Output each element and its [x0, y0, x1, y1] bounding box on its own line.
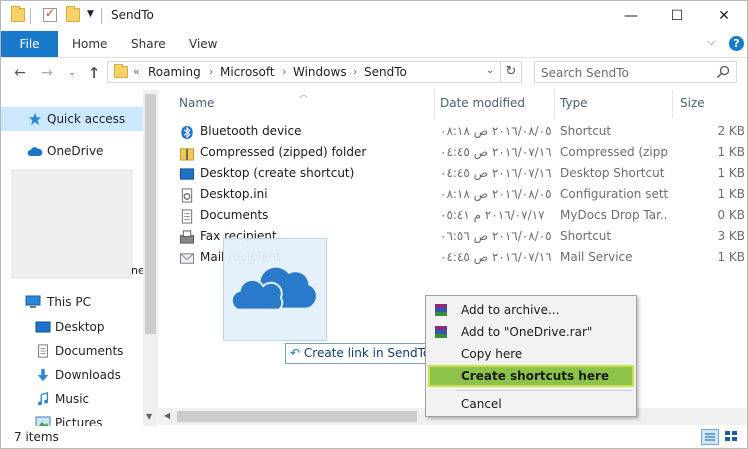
address-bar[interactable]: « Roaming › Microsoft › Windows › SendTo… — [107, 61, 522, 83]
nav-item-pictures[interactable]: Pictures — [1, 411, 143, 426]
nav-item-music[interactable]: Music — [1, 387, 143, 411]
menu-item-add-to-archive[interactable]: Add to archive... — [428, 299, 634, 321]
minimize-button[interactable]: — — [608, 1, 654, 31]
menu-separator — [456, 390, 632, 391]
table-row[interactable]: Desktop.ini ٢٠١٦/٠٨/٠٥ ص ٠٨:١٨ Configura… — [159, 185, 747, 206]
search-input[interactable] — [539, 63, 713, 83]
tab-file[interactable]: File — [1, 31, 58, 57]
nav-item-downloads[interactable]: Downloads — [1, 363, 143, 387]
breadcrumb-separator-icon[interactable]: › — [282, 65, 286, 78]
nav-scrollbar[interactable]: ▼ — [143, 90, 158, 426]
breadcrumb-microsoft[interactable]: Microsoft — [220, 65, 275, 79]
explorer-window: ✓ ▼ SendTo — ☐ ✕ File Home Share View ⌵ … — [0, 0, 748, 449]
column-divider[interactable] — [434, 90, 435, 118]
breadcrumb-separator-icon[interactable]: › — [209, 65, 213, 78]
context-menu: Add to archive... Add to "OneDrive.rar" … — [425, 295, 637, 417]
expand-ribbon-icon[interactable]: ⌵ — [707, 35, 715, 49]
zip-folder-icon — [179, 148, 195, 161]
address-overflow[interactable]: « — [133, 65, 140, 78]
cloud-icon — [27, 147, 43, 156]
menu-item-copy-here[interactable]: Copy here — [428, 343, 634, 365]
winrar-icon — [435, 304, 447, 316]
search-box[interactable] — [534, 61, 737, 83]
address-folder-icon — [114, 64, 128, 78]
ini-file-icon — [181, 188, 193, 203]
status-bar: 7 items — [1, 426, 747, 448]
desktop-icon — [179, 168, 195, 180]
help-icon[interactable]: ? — [729, 36, 744, 51]
column-header-size[interactable]: Size — [680, 96, 705, 110]
breadcrumb-windows[interactable]: Windows — [293, 65, 347, 79]
scroll-down-icon[interactable]: ▼ — [146, 412, 152, 421]
up-arrow-icon[interactable]: ↑ — [85, 64, 103, 82]
mail-icon — [179, 253, 195, 264]
new-folder-icon[interactable] — [66, 6, 80, 22]
title-bar: ✓ ▼ SendTo — ☐ ✕ — [1, 1, 747, 31]
download-arrow-icon — [37, 368, 49, 382]
nav-item-documents[interactable]: Documents — [1, 339, 143, 363]
large-icons-view-icon[interactable] — [723, 429, 741, 445]
bluetooth-icon — [181, 125, 193, 140]
refresh-icon[interactable]: ↻ — [500, 62, 521, 82]
ribbon: File Home Share View ⌵ ? — [1, 31, 747, 58]
details-view-icon[interactable] — [701, 429, 719, 445]
star-icon — [28, 112, 42, 126]
music-note-icon — [38, 392, 49, 406]
item-count: 7 items — [14, 430, 59, 444]
forward-arrow-icon[interactable]: → — [38, 64, 56, 82]
column-header-date[interactable]: Date modified — [440, 96, 525, 110]
recent-dropdown-icon[interactable]: ⌄ — [63, 64, 81, 82]
table-row[interactable]: Desktop (create shortcut) ٢٠١٦/٠٧/١٦ ص ٠… — [159, 164, 747, 185]
scroll-left-icon[interactable]: ◀ — [164, 411, 170, 420]
address-dropdown-icon[interactable]: ⌄ — [486, 65, 494, 76]
navigation-pane: Quick access OneDrive ne This PC Desktop… — [1, 90, 158, 426]
search-icon[interactable] — [715, 64, 731, 80]
tab-view[interactable]: View — [189, 31, 217, 57]
table-row[interactable]: Documents ٢٠١٦/٠٧/١٧ م ٠٥:٤١ MyDocs Drop… — [159, 206, 747, 227]
horizontal-scrollbar-thumb[interactable] — [177, 411, 417, 422]
menu-item-create-shortcuts-here[interactable]: Create shortcuts here — [428, 365, 634, 387]
nav-scrollbar-thumb[interactable] — [145, 94, 156, 334]
properties-icon[interactable]: ✓ — [43, 6, 57, 22]
fax-icon — [179, 230, 195, 244]
tab-home[interactable]: Home — [72, 31, 107, 57]
menu-item-add-to-rar[interactable]: Add to "OneDrive.rar" — [428, 321, 634, 343]
drag-preview — [223, 238, 327, 341]
close-button[interactable]: ✕ — [701, 1, 747, 31]
column-header-type[interactable]: Type — [560, 96, 588, 110]
sort-ascending-icon: ︿ — [299, 90, 309, 100]
address-row: ← → ⌄ ↑ « Roaming › Microsoft › Windows … — [1, 58, 747, 90]
drag-tooltip: ↶ Create link in SendTo — [285, 343, 436, 364]
obscured-region — [11, 169, 133, 279]
nav-item-quick-access[interactable]: Quick access — [1, 107, 143, 131]
tab-share[interactable]: Share — [131, 31, 166, 57]
table-row[interactable]: Compressed (zipped) folder ٢٠١٦/٠٧/١٦ ص … — [159, 143, 747, 164]
documents-icon — [181, 209, 193, 224]
computer-icon — [25, 295, 41, 308]
winrar-icon — [435, 326, 447, 338]
toolbar-divider — [30, 8, 31, 24]
column-divider[interactable] — [672, 90, 673, 118]
folder-icon — [11, 6, 25, 22]
nav-item-onedrive[interactable]: OneDrive — [1, 139, 143, 163]
title-divider — [101, 8, 102, 24]
nav-item-this-pc[interactable]: This PC — [1, 290, 143, 314]
column-header-name[interactable]: Name — [179, 96, 214, 110]
desktop-icon — [35, 321, 51, 333]
pictures-icon — [35, 416, 51, 426]
breadcrumb-sendto[interactable]: SendTo — [364, 65, 407, 79]
onedrive-cloud-icon — [230, 267, 316, 311]
link-arrow-icon: ↶ — [290, 346, 301, 360]
maximize-button[interactable]: ☐ — [654, 1, 700, 31]
breadcrumb-separator-icon[interactable]: › — [353, 65, 357, 78]
menu-item-cancel[interactable]: Cancel — [428, 393, 634, 415]
nav-item-desktop[interactable]: Desktop — [1, 315, 143, 339]
table-row[interactable]: Bluetooth device ٢٠١٦/٠٨/٠٥ ص ٠٨:١٨ Shor… — [159, 122, 747, 143]
back-arrow-icon[interactable]: ← — [11, 64, 29, 82]
column-divider[interactable] — [554, 90, 555, 118]
documents-icon — [38, 344, 48, 358]
quick-access-dropdown-icon[interactable]: ▼ — [87, 9, 94, 19]
breadcrumb-roaming[interactable]: Roaming — [148, 65, 201, 79]
window-title: SendTo — [111, 8, 154, 22]
